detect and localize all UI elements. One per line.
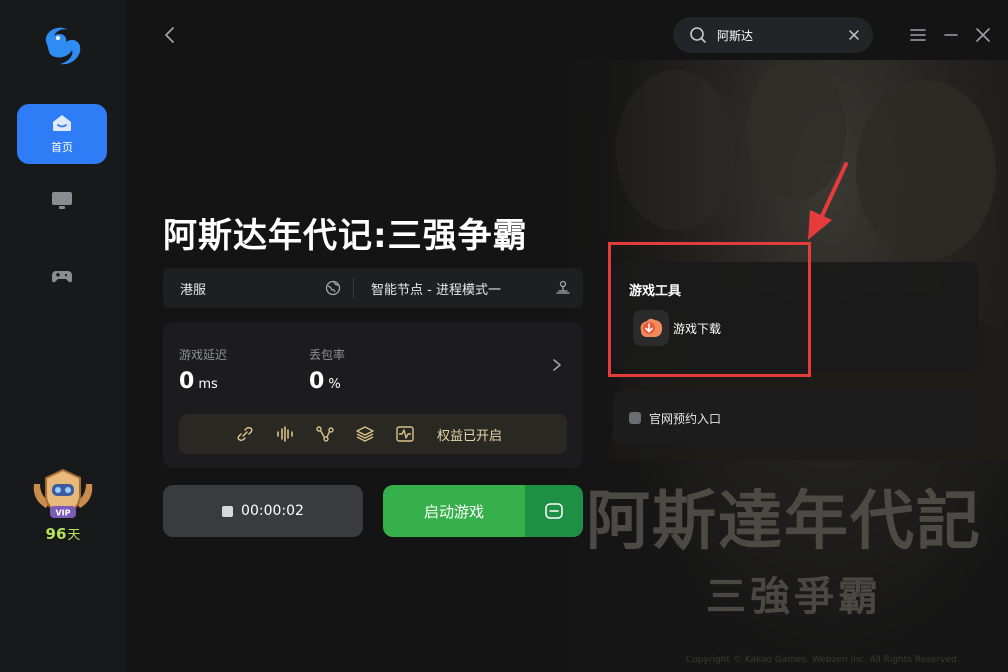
stop-icon: [222, 505, 234, 517]
node-icon: [556, 280, 570, 294]
app-logo-icon[interactable]: [38, 22, 86, 68]
game-title: 阿斯达年代记:三强争霸: [163, 216, 528, 256]
home-icon: [53, 115, 71, 131]
node-mode[interactable]: 智能节点 - 进程模式一: [354, 268, 583, 308]
launch-game-group: 启动游戏: [383, 485, 583, 537]
sidebar-item-home[interactable]: 首页: [17, 104, 107, 164]
latency-value: 0: [179, 369, 195, 394]
link-icon: [237, 426, 253, 442]
launch-game-button[interactable]: 启动游戏: [383, 485, 525, 537]
official-site-label: 官网预约入口: [649, 411, 722, 426]
minimize-icon[interactable]: [942, 26, 960, 44]
close-icon[interactable]: [974, 26, 992, 44]
search-input[interactable]: [717, 28, 837, 42]
back-icon[interactable]: [162, 26, 178, 44]
annotation-arrow-icon: [808, 162, 848, 240]
sidebar-item-devices[interactable]: [17, 170, 107, 230]
vip-badge-icon[interactable]: VIP: [28, 466, 98, 524]
sidebar-item-games[interactable]: [17, 246, 107, 306]
artwork-title: 阿斯達年代記: [586, 484, 982, 559]
perks-status-text: 权益已开启: [437, 428, 503, 444]
globe-icon: [325, 280, 341, 296]
menu-icon[interactable]: [909, 26, 927, 44]
latency-label: 游戏延迟: [179, 348, 228, 362]
vip-days-value: 96: [45, 525, 67, 543]
search-icon: [690, 27, 706, 43]
vip-days-unit: 天: [67, 528, 81, 543]
node-mode-label: 智能节点 - 进程模式一: [371, 282, 501, 298]
launch-game-label: 启动游戏: [423, 502, 484, 521]
latency-stat: 游戏延迟 0 ms: [179, 346, 227, 394]
acceleration-timer: 00:00:02: [241, 503, 304, 519]
server-region-label: 港服: [180, 282, 207, 298]
packet-loss-unit: %: [328, 377, 341, 392]
layers-icon: [356, 426, 374, 442]
artwork-copyright: Copyright © Kakao Games. Webzen Inc. All…: [686, 655, 960, 665]
annotation-highlight-box: [608, 242, 811, 377]
chevron-right-icon[interactable]: [551, 358, 563, 372]
packet-loss-label: 丢包率: [309, 348, 346, 362]
clear-search-icon[interactable]: [847, 28, 861, 42]
server-selector: 港服 智能节点 - 进程模式一: [163, 268, 583, 308]
gamepad-icon: [52, 271, 72, 283]
sidebar-item-label: 首页: [51, 141, 73, 154]
audio-wave-icon: [277, 426, 293, 442]
vip-badge-text: VIP: [55, 509, 70, 518]
search-bar: [673, 17, 873, 53]
monitor-wave-icon: [396, 426, 414, 442]
network-stats-panel[interactable]: 游戏延迟 0 ms 丢包率 0% 权益已开启: [163, 322, 583, 468]
packet-loss-value: 0: [309, 369, 325, 394]
monitor-icon: [52, 192, 72, 209]
folder-icon: [545, 503, 563, 519]
official-site-icon: [629, 412, 641, 424]
route-icon: [316, 426, 334, 442]
vip-days: 96天: [0, 524, 126, 543]
sidebar: 首页 VIP 96天: [0, 0, 126, 672]
packet-loss-stat: 丢包率 0%: [309, 346, 345, 394]
packet-loss-value-row: 0%: [309, 369, 345, 394]
official-site-entry[interactable]: 官网预约入口: [613, 390, 978, 446]
launch-options-button[interactable]: [525, 485, 583, 537]
latency-value-row: 0 ms: [179, 369, 227, 394]
perks-bar[interactable]: 权益已开启: [179, 414, 567, 454]
server-region[interactable]: 港服: [163, 268, 353, 308]
stop-acceleration-button[interactable]: 00:00:02: [163, 485, 363, 537]
latency-unit: ms: [198, 377, 218, 392]
artwork-subtitle: 三強爭霸: [706, 573, 882, 620]
